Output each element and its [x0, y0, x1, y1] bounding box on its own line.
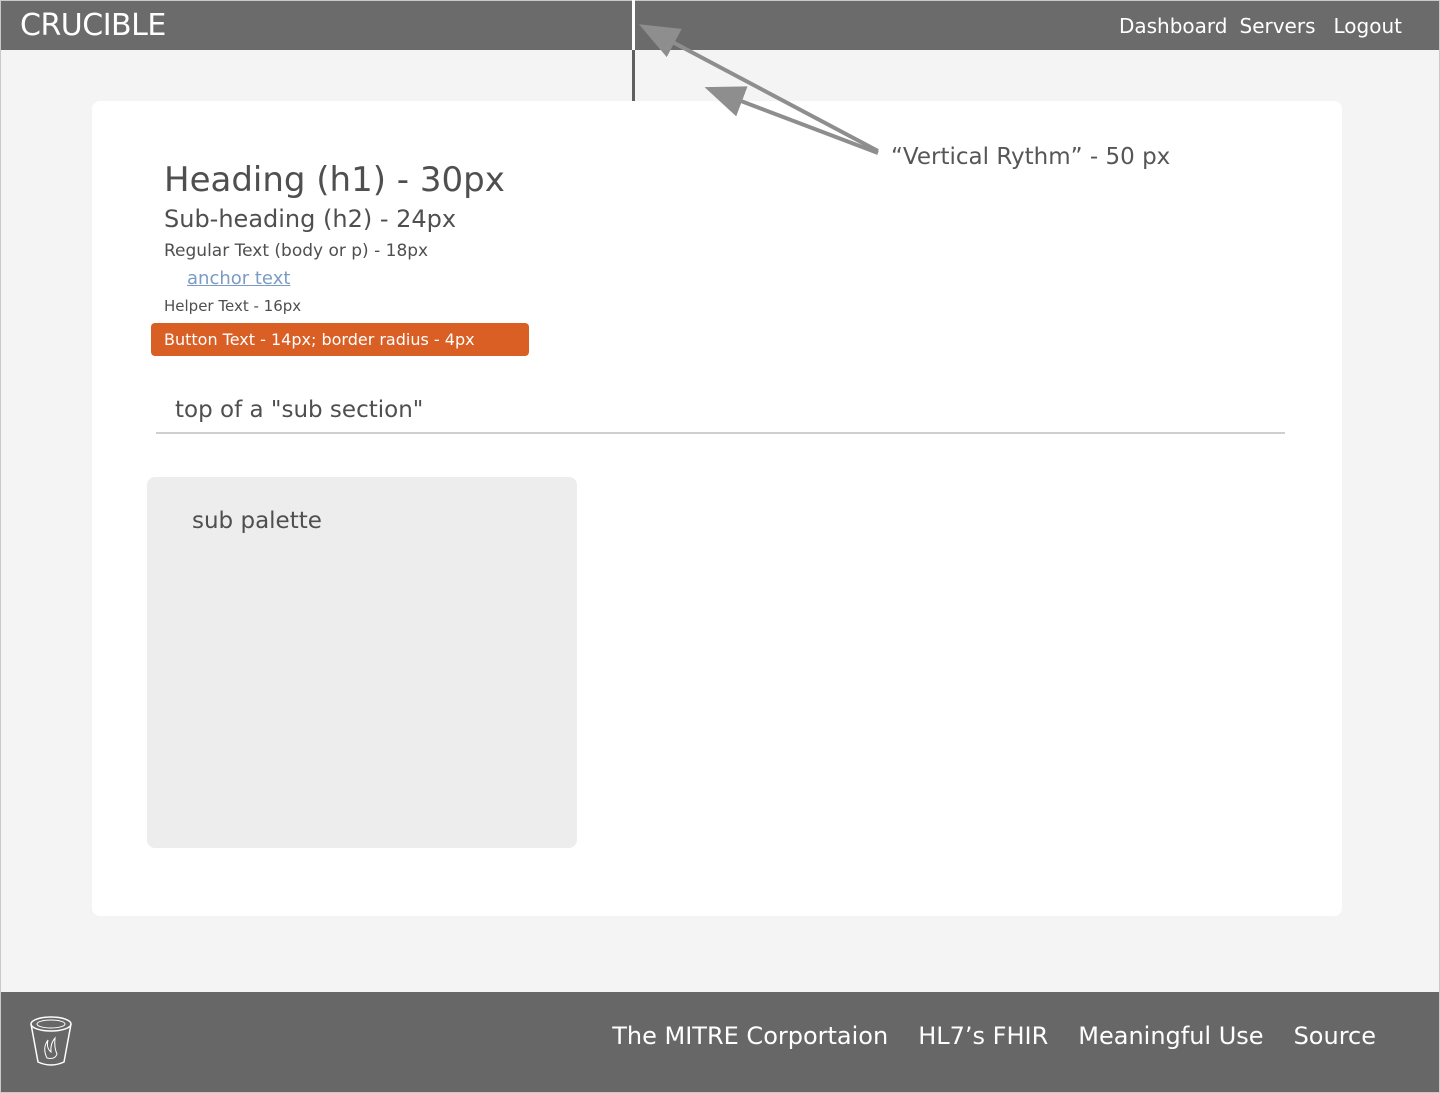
nav-dashboard-link[interactable]: Dashboard [1119, 14, 1228, 38]
subsection-divider [156, 432, 1285, 434]
top-nav: Dashboard Servers Logout [1119, 14, 1402, 38]
body-text-sample: Regular Text (body or p) - 18px [164, 241, 429, 261]
footer-nav: The MITRE Corportaion HL7’s FHIR Meaning… [612, 1022, 1376, 1050]
vertical-rhythm-guide-top [632, 0, 635, 50]
sub-palette-title: sub palette [192, 508, 322, 534]
brand-logo[interactable]: CRUCIBLE [20, 8, 166, 43]
footer-link-mitre[interactable]: The MITRE Corportaion [612, 1022, 888, 1050]
heading-h1-sample: Heading (h1) - 30px [164, 160, 505, 200]
footer-link-hl7-fhir[interactable]: HL7’s FHIR [918, 1022, 1048, 1050]
footer-link-source[interactable]: Source [1294, 1022, 1376, 1050]
subsection-title: top of a "sub section" [175, 397, 424, 423]
nav-servers-link[interactable]: Servers [1240, 14, 1316, 38]
top-header: CRUCIBLE Dashboard Servers Logout [1, 1, 1439, 50]
sample-button[interactable]: Button Text - 14px; border radius - 4px [151, 323, 529, 356]
vertical-rhythm-guide-bottom [632, 50, 635, 101]
anchor-text-link[interactable]: anchor text [187, 268, 290, 289]
crucible-cup-icon[interactable] [28, 1014, 74, 1068]
nav-logout-link[interactable]: Logout [1334, 14, 1402, 38]
footer-link-meaningful-use[interactable]: Meaningful Use [1078, 1022, 1263, 1050]
vertical-rhythm-annotation: “Vertical Rythm” - 50 px [891, 144, 1171, 170]
subheading-h2-sample: Sub-heading (h2) - 24px [164, 205, 457, 233]
helper-text-sample: Helper Text - 16px [164, 297, 302, 315]
